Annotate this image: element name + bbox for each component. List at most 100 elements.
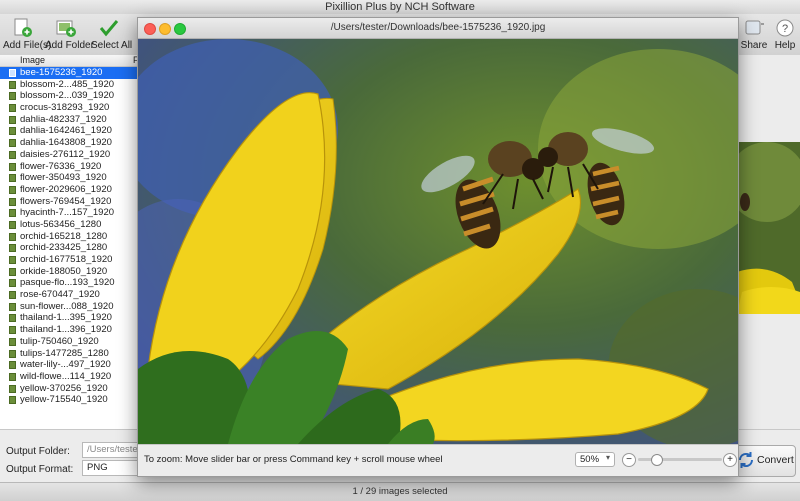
- list-item[interactable]: flower-2029606_1920: [0, 184, 137, 196]
- zoom-hint: To zoom: Move slider bar or press Comman…: [144, 454, 443, 465]
- file-name: orkide-188050_1920: [20, 265, 108, 277]
- image-file-icon: [9, 384, 16, 393]
- close-button[interactable]: [144, 23, 156, 35]
- add-files-label: Add File(s): [3, 40, 52, 51]
- list-item[interactable]: pasque-flo...193_1920: [0, 277, 137, 289]
- add-folder-button[interactable]: Add Folder: [45, 14, 94, 55]
- image-file-icon: [9, 302, 16, 311]
- share-icon: [743, 18, 765, 38]
- file-name: water-lily-...497_1920: [20, 359, 111, 371]
- share-button[interactable]: Share: [739, 14, 769, 55]
- image-file-icon: [9, 127, 16, 136]
- image-file-icon: [9, 291, 16, 300]
- file-name: dahlia-482337_1920: [20, 113, 107, 125]
- select-all-label: Select All: [91, 40, 133, 51]
- list-item[interactable]: dahlia-1643808_1920: [0, 137, 137, 149]
- help-icon: ?: [774, 18, 796, 38]
- zoom-select[interactable]: 50% ▾: [575, 452, 615, 467]
- image-file-icon: [9, 139, 16, 148]
- image-file-icon: [9, 361, 16, 370]
- minimize-button[interactable]: [159, 23, 171, 35]
- image-thumbnail[interactable]: [737, 142, 800, 314]
- file-name: crocus-318293_1920: [20, 102, 110, 114]
- list-item[interactable]: dahlia-1642461_1920: [0, 125, 137, 137]
- list-item[interactable]: blossom-2...039_1920: [0, 90, 137, 102]
- file-name: bee-1575236_1920: [20, 67, 103, 78]
- image-file-icon: [9, 209, 16, 218]
- image-file-icon: [9, 104, 16, 113]
- help-label: Help: [774, 40, 796, 51]
- list-item[interactable]: daisies-276112_1920: [0, 149, 137, 161]
- file-name: dahlia-1643808_1920: [20, 137, 112, 149]
- zoom-out-button[interactable]: −: [622, 453, 636, 467]
- list-item[interactable]: orchid-233425_1280: [0, 242, 137, 254]
- zoom-button[interactable]: [174, 23, 186, 35]
- list-item[interactable]: crocus-318293_1920: [0, 102, 137, 114]
- list-item[interactable]: bee-1575236_1920: [0, 67, 137, 79]
- image-file-icon: [9, 92, 16, 101]
- file-name: thailand-1...396_1920: [20, 324, 112, 336]
- zoom-slider[interactable]: [638, 454, 722, 466]
- list-item[interactable]: orchid-165218_1280: [0, 231, 137, 243]
- zoom-slider-thumb[interactable]: [651, 454, 663, 466]
- image-file-icon: [9, 185, 16, 194]
- image-file-icon: [9, 244, 16, 253]
- add-file-icon: [12, 18, 34, 38]
- file-name: yellow-715540_1920: [20, 394, 108, 406]
- file-name: lotus-563456_1280: [20, 218, 102, 230]
- zoom-in-button[interactable]: +: [723, 453, 737, 467]
- app-title: Pixillion Plus by NCH Software: [0, 0, 800, 14]
- list-item[interactable]: orkide-188050_1920: [0, 266, 137, 278]
- add-files-button[interactable]: Add File(s): [3, 14, 52, 55]
- image-file-icon: [9, 267, 16, 276]
- output-folder-field[interactable]: /Users/tester/: [82, 442, 138, 458]
- image-preview-window: /Users/tester/Downloads/bee-1575236_1920…: [137, 17, 739, 477]
- file-name: rose-670447_1920: [20, 289, 100, 301]
- list-item[interactable]: yellow-370256_1920: [0, 383, 137, 395]
- list-item[interactable]: dahlia-482337_1920: [0, 114, 137, 126]
- help-button[interactable]: ? Help: [772, 14, 798, 55]
- image-file-icon: [9, 337, 16, 346]
- file-rows: bee-1575236_1920 blossom-2...485_1920 blos…: [0, 67, 137, 406]
- list-item[interactable]: water-lily-...497_1920: [0, 359, 137, 371]
- file-name: daisies-276112_1920: [20, 148, 111, 160]
- list-item[interactable]: hyacinth-7...157_1920: [0, 207, 137, 219]
- list-item[interactable]: flower-76336_1920: [0, 161, 137, 173]
- list-item[interactable]: sun-flower...088_1920: [0, 301, 137, 313]
- zoom-value: 50%: [580, 454, 600, 465]
- list-item[interactable]: lotus-563456_1280: [0, 219, 137, 231]
- file-name: flowers-769454_1920: [20, 195, 112, 207]
- list-item[interactable]: thailand-1...395_1920: [0, 312, 137, 324]
- image-file-icon: [9, 314, 16, 323]
- list-item[interactable]: flower-350493_1920: [0, 172, 137, 184]
- list-item[interactable]: blossom-2...485_1920: [0, 79, 137, 91]
- output-format-select[interactable]: PNG: [82, 460, 138, 476]
- status-bar: 1 / 29 images selected: [0, 482, 800, 501]
- file-name: orchid-1677518_1920: [20, 254, 113, 265]
- chevron-down-icon: ▾: [606, 453, 611, 462]
- convert-icon: [738, 452, 754, 468]
- list-item[interactable]: tulips-1477285_1280: [0, 348, 137, 360]
- list-item[interactable]: yellow-715540_1920: [0, 394, 137, 406]
- select-all-button[interactable]: Select All: [91, 14, 133, 55]
- image-file-icon: [9, 279, 16, 288]
- image-file-icon: [9, 115, 16, 124]
- output-folder-label: Output Folder:: [6, 446, 70, 457]
- preview-title: /Users/tester/Downloads/bee-1575236_1920…: [138, 18, 738, 39]
- list-item[interactable]: orchid-1677518_1920: [0, 254, 137, 266]
- column-header-image[interactable]: Image: [20, 55, 45, 66]
- list-item[interactable]: thailand-1...396_1920: [0, 324, 137, 336]
- convert-button[interactable]: Convert: [732, 445, 796, 477]
- file-name: tulips-1477285_1280: [20, 347, 109, 359]
- convert-label: Convert: [757, 454, 794, 466]
- image-file-icon: [9, 69, 16, 77]
- file-name: flower-76336_1920: [20, 160, 102, 172]
- image-file-icon: [9, 326, 16, 335]
- file-name: blossom-2...039_1920: [20, 90, 115, 102]
- list-item[interactable]: wild-flowe...114_1920: [0, 371, 137, 383]
- file-name: dahlia-1642461_1920: [20, 125, 112, 137]
- list-item[interactable]: rose-670447_1920: [0, 289, 137, 301]
- output-format-label: Output Format:: [6, 464, 74, 475]
- list-item[interactable]: tulip-750460_1920: [0, 336, 137, 348]
- list-item[interactable]: flowers-769454_1920: [0, 196, 137, 208]
